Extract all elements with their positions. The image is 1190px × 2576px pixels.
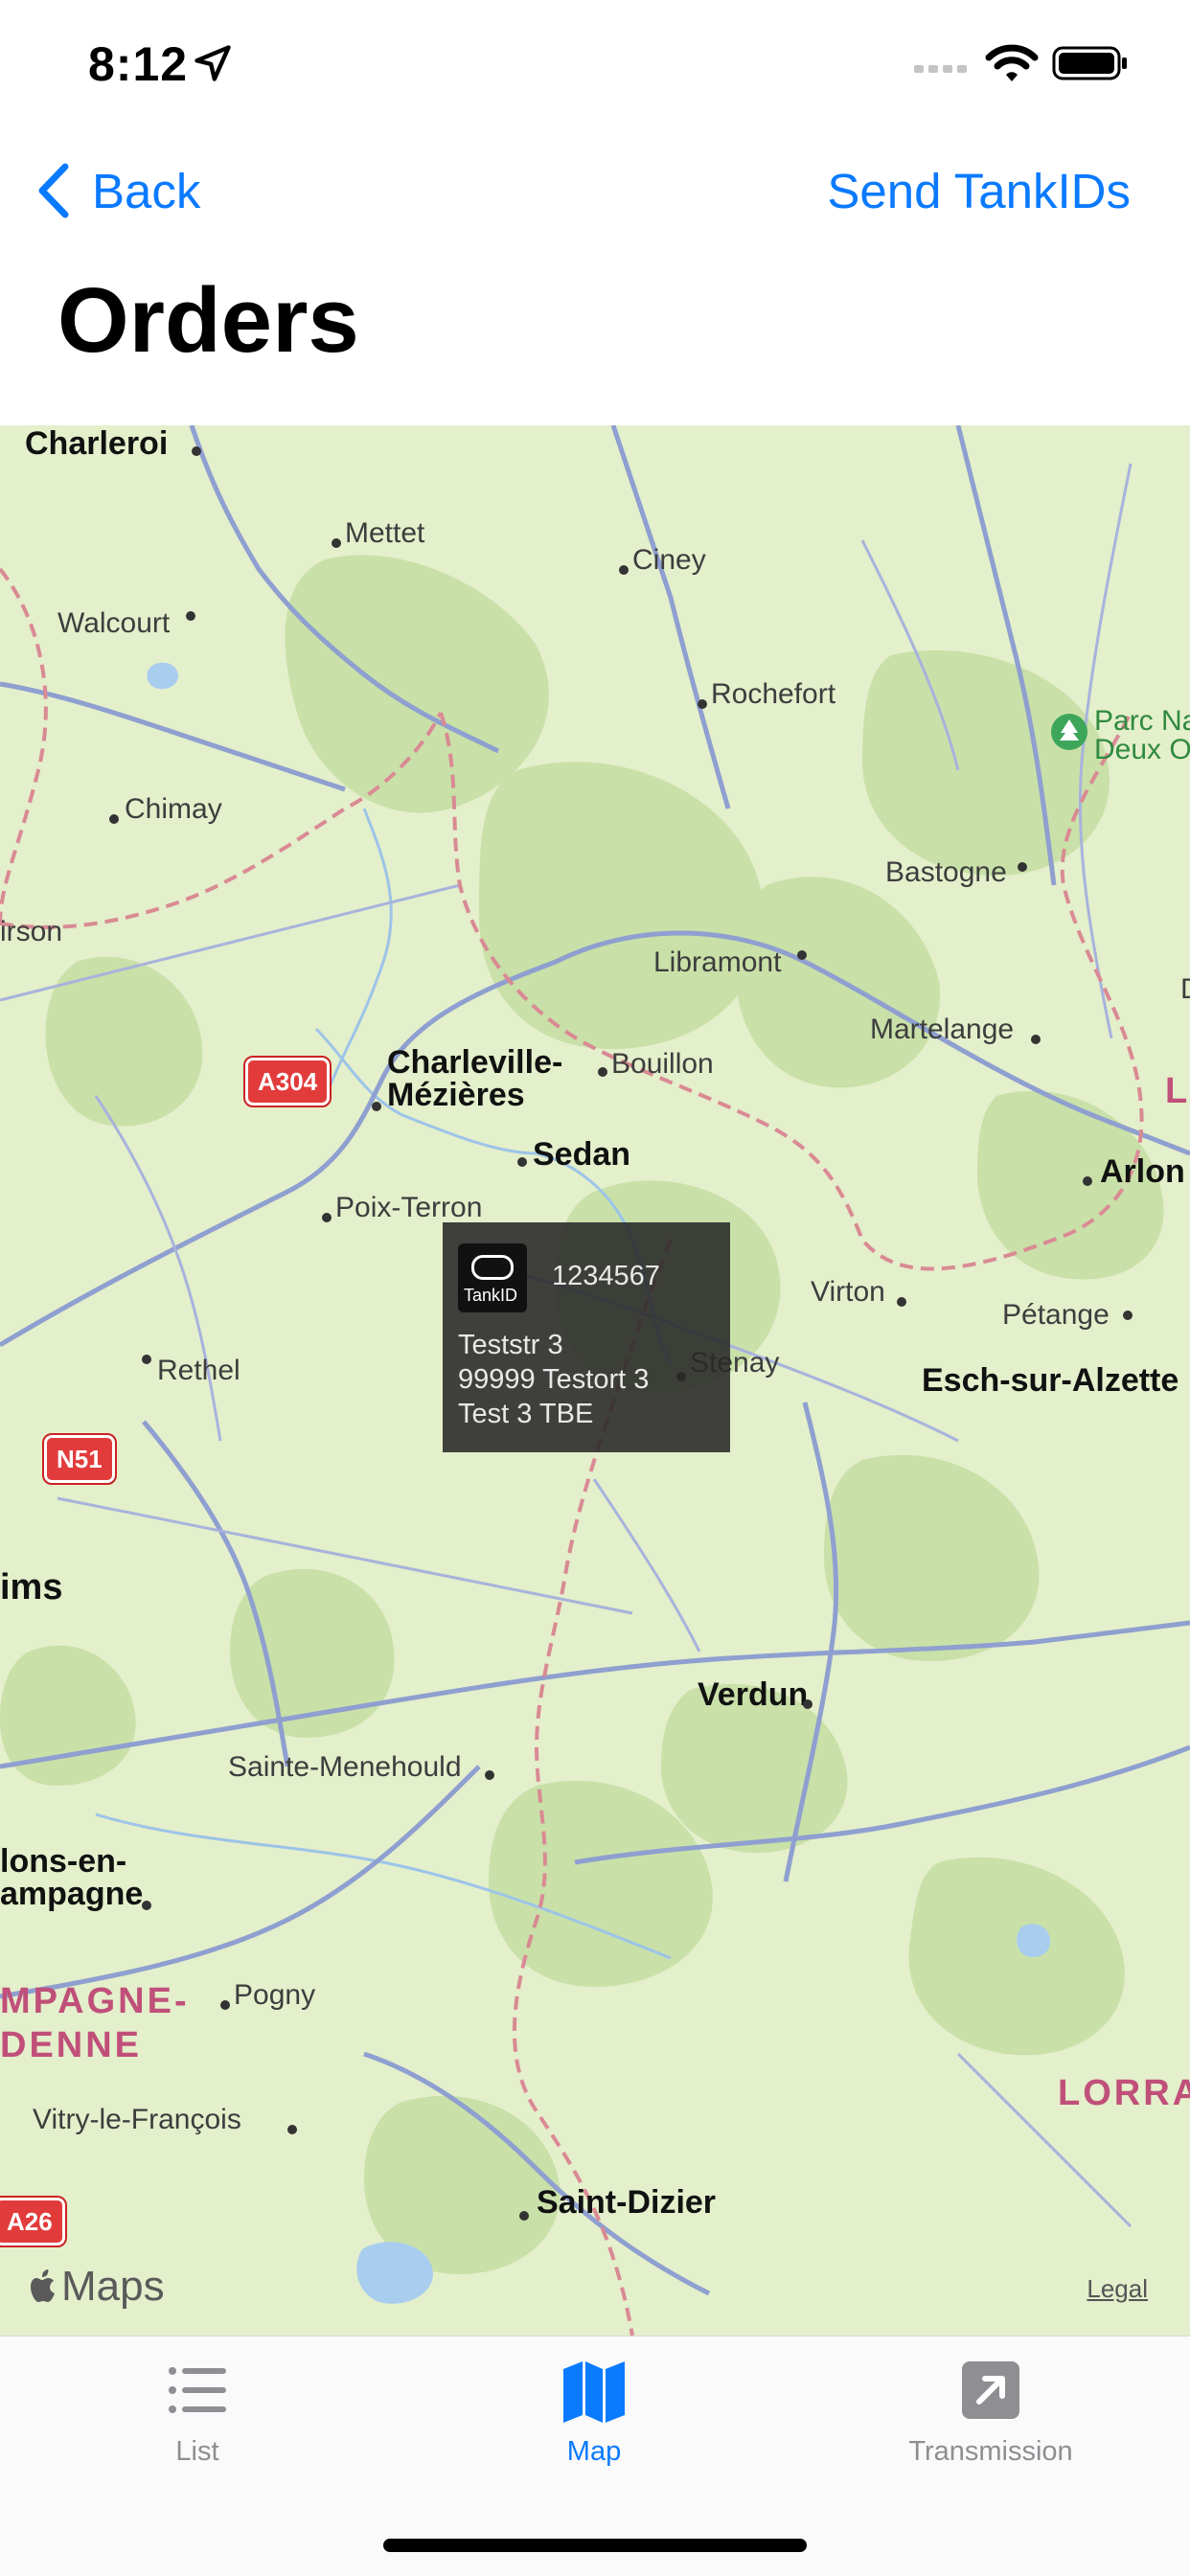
map-label[interactable]: Mézières (387, 1077, 525, 1114)
road-shield: A304 (242, 1056, 332, 1107)
map-city-dot (619, 565, 629, 575)
park-tree-icon (1051, 714, 1087, 750)
map-city-dot (698, 699, 707, 709)
map-label[interactable]: DENNE (0, 2025, 142, 2066)
map-city-dot (322, 1213, 332, 1222)
status-bar: 8:12 (0, 0, 1190, 126)
map-label[interactable]: D (1180, 973, 1190, 1006)
tab-list[interactable]: List (54, 2356, 341, 2480)
map-annotation-callout[interactable]: TankID 1234567 Teststr 3 99999 Testort 3… (443, 1222, 730, 1452)
map-label[interactable]: LU (1165, 1071, 1190, 1112)
map-label[interactable]: Martelange (870, 1014, 1014, 1046)
map-city-dot (598, 1067, 607, 1077)
send-tankids-button[interactable]: Send TankIDs (827, 157, 1131, 224)
map-label[interactable]: Libramont (653, 946, 781, 979)
map-label[interactable]: Esch-sur-Alzette (922, 1362, 1179, 1400)
map-city-dot (797, 950, 807, 960)
map-label[interactable]: Sedan (533, 1136, 630, 1174)
tankid-logo-icon: TankID (458, 1243, 527, 1312)
map-label[interactable]: Poix-Terron (335, 1192, 482, 1224)
map-city-dot (332, 538, 341, 548)
map-label[interactable]: Parc Na (1094, 705, 1190, 738)
home-indicator[interactable] (383, 2539, 807, 2552)
map-city-dot (485, 1770, 494, 1780)
tab-label: Transmission (908, 2436, 1073, 2467)
tab-transmission[interactable]: Transmission (847, 2356, 1134, 2480)
apple-maps-logo: Maps (29, 2263, 165, 2311)
tab-label: List (175, 2436, 219, 2467)
map-icon (563, 2361, 625, 2423)
map-label[interactable]: Vitry-le-François (33, 2104, 241, 2136)
map-label[interactable]: Verdun (698, 1676, 808, 1714)
map-city-dot (109, 814, 119, 824)
map-city-dot (192, 446, 201, 456)
page-title: Orders (57, 269, 359, 372)
maps-attribution: Maps (61, 2263, 165, 2310)
battery-icon (1052, 46, 1127, 80)
tab-label: Map (566, 2436, 622, 2467)
map-city-dot (142, 1901, 151, 1910)
map-city-dot (803, 1699, 812, 1709)
map-label[interactable]: Arlon (1100, 1153, 1185, 1191)
map-label[interactable]: Mettet (345, 517, 424, 550)
map-label[interactable]: MPAGNE- (0, 1981, 190, 2022)
back-label: Back (92, 163, 201, 218)
map-city-dot (372, 1102, 381, 1111)
map-label[interactable]: Deux O (1094, 734, 1190, 766)
map-city-dot (1123, 1311, 1133, 1320)
map-city-dot (897, 1297, 906, 1307)
map-label[interactable]: Rethel (157, 1355, 240, 1387)
tab-map[interactable]: Map (450, 2356, 738, 2480)
cellular-signal-icon (914, 65, 967, 73)
map-city-dot (1031, 1035, 1041, 1044)
callout-street: Teststr 3 (458, 1330, 563, 1360)
map-label[interactable]: Bouillon (611, 1048, 714, 1081)
map-city-dot (519, 2211, 529, 2221)
road-shield: N51 (42, 1433, 117, 1485)
map-label[interactable]: Virton (811, 1276, 885, 1309)
map-label[interactable]: Bastogne (885, 856, 1007, 889)
map-label[interactable]: Saint-Dizier (537, 2184, 716, 2222)
map-label[interactable]: irson (0, 916, 62, 948)
map-city-dot (186, 611, 195, 621)
chevron-left-icon (38, 163, 69, 218)
transmission-arrow-icon (962, 2361, 1019, 2419)
map-city-dot (517, 1157, 527, 1167)
map-label[interactable]: Chimay (125, 793, 222, 826)
map-label[interactable]: Charleroi (25, 425, 168, 463)
list-icon (169, 2367, 226, 2413)
map-city-dot (220, 2000, 230, 2010)
map-label[interactable]: Sainte-Menehould (228, 1751, 462, 1784)
map-label[interactable]: ims (0, 1567, 62, 1608)
status-time: 8:12 (88, 37, 189, 91)
map-view[interactable]: Charleroi Mettet Ciney Walcourt Rochefor… (0, 425, 1190, 2336)
road-shield: A26 (0, 2196, 67, 2247)
callout-note: Test 3 TBE (458, 1399, 594, 1429)
map-label[interactable]: Rochefort (711, 678, 835, 711)
map-label[interactable]: Ciney (632, 544, 706, 577)
callout-tank-id: 1234567 (552, 1261, 660, 1291)
location-arrow-icon (195, 45, 231, 81)
callout-postal-city: 99999 Testort 3 (458, 1364, 650, 1395)
map-city-dot (1083, 1176, 1092, 1186)
back-button[interactable]: Back (34, 157, 200, 224)
map-label[interactable]: Pogny (234, 1979, 315, 2012)
map-city-dot (142, 1355, 151, 1364)
map-city-dot (287, 2125, 297, 2134)
legal-link[interactable]: Legal (1087, 2274, 1148, 2304)
map-label[interactable]: Walcourt (57, 607, 170, 640)
map-label[interactable]: Pétange (1002, 1299, 1110, 1332)
map-label[interactable]: ampagne (0, 1876, 143, 1913)
apple-logo-icon (31, 2269, 55, 2302)
map-city-dot (1018, 862, 1027, 872)
map-label[interactable]: LORRA (1058, 2073, 1190, 2114)
wifi-icon (985, 44, 1039, 81)
